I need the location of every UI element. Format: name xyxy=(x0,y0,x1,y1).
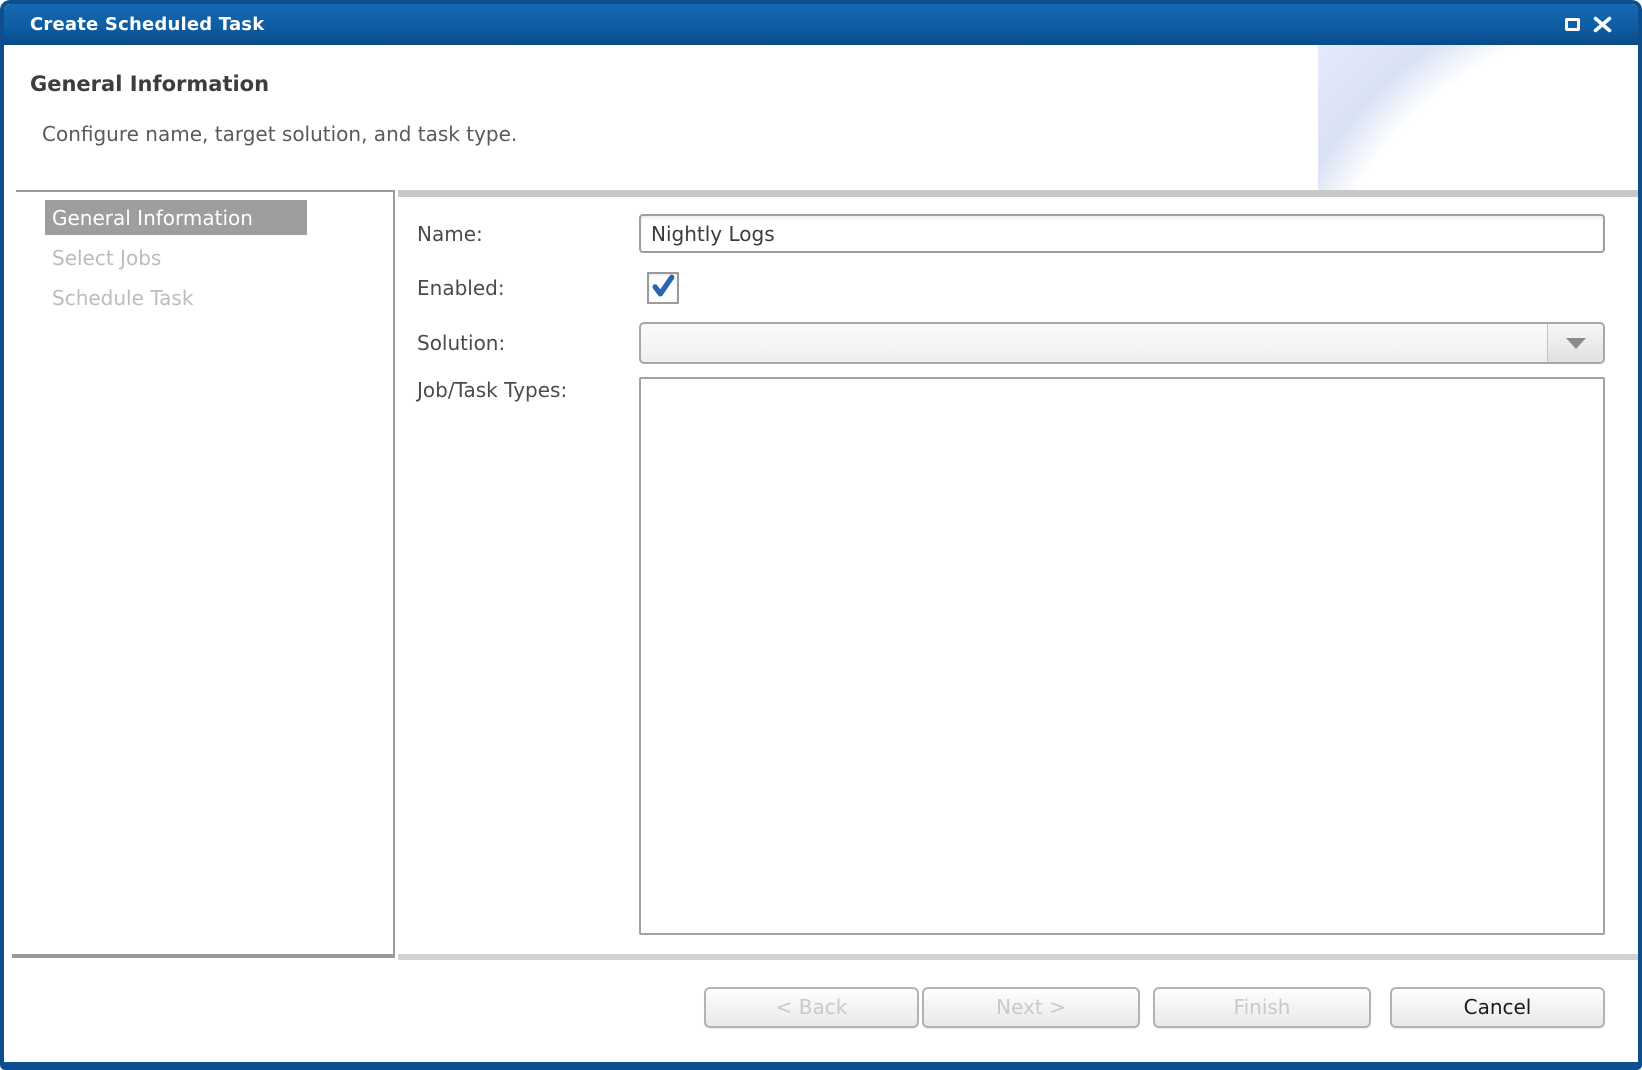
sidebar-bottom-divider xyxy=(12,954,395,958)
create-scheduled-task-dialog: Create Scheduled Task General Informatio… xyxy=(0,0,1642,1070)
name-row: Name: xyxy=(417,214,1605,253)
dialog-content: Create Scheduled Task General Informatio… xyxy=(4,4,1638,1062)
chevron-down-icon xyxy=(1566,338,1586,349)
name-input[interactable] xyxy=(639,214,1605,253)
cancel-button[interactable]: Cancel xyxy=(1390,987,1605,1028)
solution-label: Solution: xyxy=(417,331,639,355)
close-button[interactable] xyxy=(1593,16,1612,33)
form-top-divider xyxy=(398,190,1638,197)
enabled-row: Enabled: xyxy=(417,272,679,304)
enabled-checkbox[interactable] xyxy=(647,272,679,304)
job-task-types-listbox[interactable] xyxy=(639,377,1605,935)
finish-button[interactable]: Finish xyxy=(1153,987,1371,1028)
solution-row: Solution: xyxy=(417,322,1605,364)
window-controls xyxy=(1565,4,1612,45)
close-icon xyxy=(1593,16,1612,33)
window-title: Create Scheduled Task xyxy=(30,14,264,35)
solution-dropdown-button[interactable] xyxy=(1547,324,1603,362)
step-label: Schedule Task xyxy=(52,286,193,310)
back-button[interactable]: < Back xyxy=(704,987,919,1028)
page-subtitle: Configure name, target solution, and tas… xyxy=(42,122,517,146)
form-bottom-divider xyxy=(398,954,1638,960)
sidebar-item-general-information[interactable]: General Information xyxy=(45,200,307,235)
solution-dropdown[interactable] xyxy=(639,322,1605,364)
sidebar-vertical-divider xyxy=(393,190,395,958)
title-bar[interactable]: Create Scheduled Task xyxy=(4,4,1638,45)
sidebar-item-select-jobs[interactable]: Select Jobs xyxy=(45,240,307,275)
name-label: Name: xyxy=(417,222,639,246)
job-task-types-label: Job/Task Types: xyxy=(417,377,639,402)
enabled-label: Enabled: xyxy=(417,276,639,300)
wizard-header: General Information Configure name, targ… xyxy=(4,45,1638,190)
maximize-button[interactable] xyxy=(1565,18,1580,31)
sidebar-top-divider xyxy=(16,190,394,192)
job-task-types-row: Job/Task Types: xyxy=(417,377,1605,935)
next-button[interactable]: Next > xyxy=(922,987,1140,1028)
step-label: Select Jobs xyxy=(52,246,161,270)
step-label: General Information xyxy=(52,206,253,230)
sidebar-item-schedule-task[interactable]: Schedule Task xyxy=(45,280,307,315)
maximize-icon xyxy=(1565,18,1580,31)
corner-gradient-decoration xyxy=(1318,45,1638,190)
checkmark-icon xyxy=(649,270,677,302)
page-title: General Information xyxy=(30,72,269,96)
